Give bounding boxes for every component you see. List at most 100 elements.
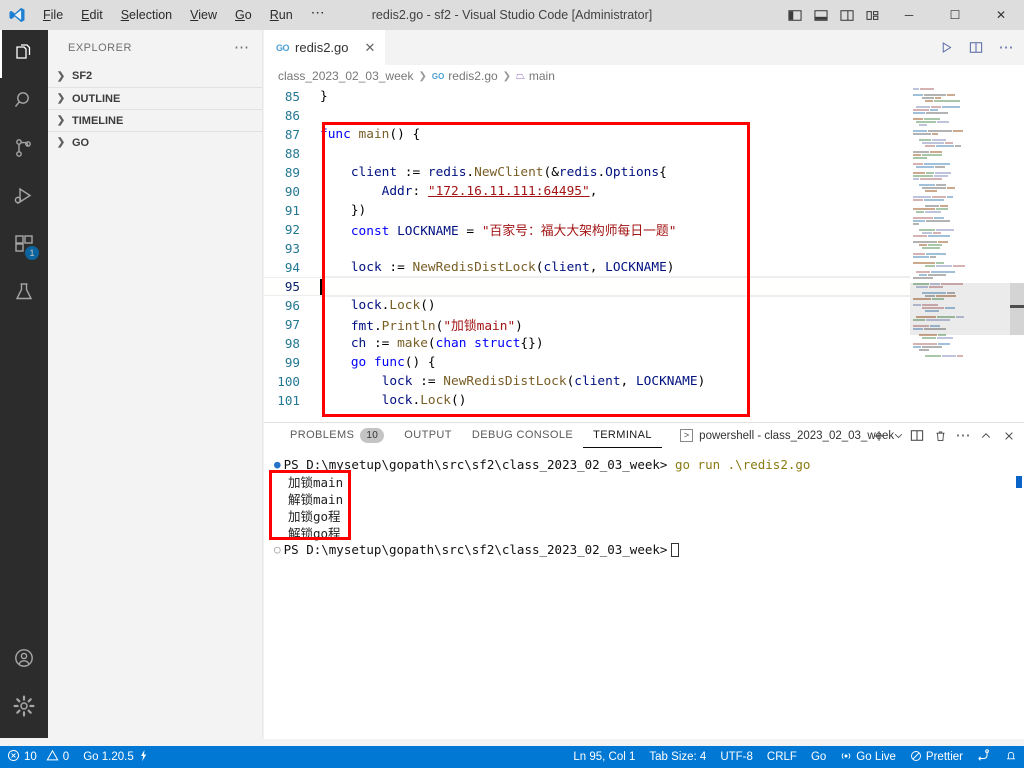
status-editor-eol[interactable]: CRLF	[760, 746, 804, 768]
remote-tunnel-icon	[977, 749, 991, 765]
terminal-instance-selector[interactable]: > powershell - class_2023_02_03_week	[674, 425, 900, 447]
editor-tab-redis2go[interactable]: GO redis2.go ✕	[264, 30, 387, 65]
activity-bar-item-testing[interactable]	[0, 270, 48, 318]
status-bar-left: 10 0 Go 1.20.5	[0, 746, 156, 768]
activity-bar-item-run-and-debug[interactable]	[0, 174, 48, 222]
status-editor-encoding[interactable]: UTF-8	[713, 746, 760, 768]
close-panel-button[interactable]	[998, 425, 1020, 447]
minimap-token	[925, 354, 941, 357]
ellipsis-icon[interactable]: ⋯	[234, 40, 250, 55]
activity-bar-item-extensions[interactable]: 1	[0, 222, 48, 270]
minimap-token	[913, 207, 935, 210]
run-go-file-button[interactable]	[932, 34, 960, 62]
new-terminal-button[interactable]	[868, 425, 890, 447]
status-prettier[interactable]: Prettier	[903, 746, 970, 768]
minimap-token	[955, 144, 961, 147]
minimap-token	[913, 174, 933, 177]
minimap-token	[913, 345, 921, 348]
minimap-token	[916, 105, 930, 108]
minimap-token	[913, 171, 925, 174]
toggle-primary-sidebar-button[interactable]	[782, 0, 808, 30]
code-editor[interactable]: 85} 86 87 func main() {88 89 client := redis…	[264, 87, 1024, 422]
close-icon[interactable]: ✕	[365, 40, 376, 56]
maximize-panel-button[interactable]	[975, 425, 997, 447]
line-number: 99	[284, 355, 300, 370]
line-number: 94	[284, 260, 300, 275]
close-window-button[interactable]: ✕	[978, 0, 1024, 30]
minimap-token	[926, 252, 946, 255]
status-label: Tab Size: 4	[649, 751, 707, 763]
scrollbar-thumb[interactable]	[1010, 283, 1024, 335]
terminal-cursor	[671, 542, 680, 557]
menu-item-[interactable]: ⋯	[302, 4, 334, 26]
status-editor-language[interactable]: Go	[804, 746, 833, 768]
terminal-more-actions-button[interactable]: ⋯	[952, 425, 974, 447]
breadcrumb-item-0[interactable]: class_2023_02_03_week	[278, 69, 413, 83]
status-go-live[interactable]: Go Live	[833, 746, 903, 768]
activity-bar-item-source-control[interactable]	[0, 126, 48, 174]
activity-bar-item-manage[interactable]	[0, 684, 48, 732]
minimap-slider[interactable]	[910, 283, 1010, 335]
sidebar-section-label: SF2	[72, 70, 93, 82]
split-editor-right-button[interactable]	[962, 34, 990, 62]
panel-tab-terminal[interactable]: TERMINAL	[583, 423, 662, 448]
terminal-profile-dropdown[interactable]	[891, 425, 905, 447]
activity-bar-item-accounts[interactable]	[0, 636, 48, 684]
terminal-output[interactable]: ● PS D:\mysetup\gopath\src\sf2\class_202…	[264, 448, 1024, 739]
editor-vertical-scrollbar[interactable]	[1010, 87, 1024, 422]
sidebar-section-sf2[interactable]: ❯ SF2	[48, 65, 262, 87]
breadcrumb-item-2[interactable]: ⏢ main	[516, 69, 555, 83]
panel-tab-problems[interactable]: PROBLEMS 10	[280, 423, 394, 448]
panel-tab-debug-console[interactable]: DEBUG CONSOLE	[462, 423, 583, 448]
minimap-token	[916, 210, 924, 213]
status-problems[interactable]: 10 0	[0, 746, 76, 768]
panel-tab-output[interactable]: OUTPUT	[394, 423, 462, 448]
status-label: UTF-8	[720, 751, 753, 763]
maximize-window-button[interactable]: ☐	[932, 0, 978, 30]
minimap-token	[937, 336, 953, 339]
breadcrumb[interactable]: class_2023_02_03_week ❯ GO redis2.go ❯ ⏢ main	[264, 65, 1024, 87]
breadcrumb-item-1[interactable]: GO redis2.go	[432, 69, 498, 83]
menu-item-edit[interactable]: Edit	[72, 4, 112, 26]
minimap-token	[930, 108, 938, 111]
status-editor-indentation[interactable]: Tab Size: 4	[642, 746, 713, 768]
toggle-panel-button[interactable]	[808, 0, 834, 30]
customize-layout-button[interactable]	[860, 0, 886, 30]
activity-bar-item-search[interactable]	[0, 78, 48, 126]
minimize-window-button[interactable]: ─	[886, 0, 932, 30]
status-remote-tunnel[interactable]	[970, 746, 998, 768]
minimap-token	[916, 270, 930, 273]
status-notifications[interactable]	[998, 746, 1024, 768]
terminal-scrollbar[interactable]	[1016, 476, 1022, 488]
sidebar-section-label: OUTLINE	[72, 92, 121, 105]
status-go-version[interactable]: Go 1.20.5	[76, 746, 156, 768]
breadcrumb-label: redis2.go	[448, 69, 498, 83]
editor-tabs-bar: GO redis2.go ✕ ⋯	[264, 30, 1024, 65]
menu-item-selection[interactable]: Selection	[112, 4, 181, 26]
toggle-secondary-sidebar-button[interactable]	[834, 0, 860, 30]
minimap-token	[916, 120, 936, 123]
menu-item-view[interactable]: View	[181, 4, 226, 26]
text-cursor	[320, 278, 322, 295]
kill-terminal-button[interactable]	[929, 425, 951, 447]
menu-item-file[interactable]: File	[34, 4, 72, 26]
minimap[interactable]	[910, 87, 1010, 422]
menu-bar[interactable]: File Edit Selection View Go Run ⋯	[34, 0, 334, 30]
menu-item-go[interactable]: Go	[226, 4, 261, 26]
line-number: 97	[284, 317, 300, 332]
minimap-token	[934, 216, 944, 219]
minimap-token	[936, 228, 954, 231]
minimap-token	[913, 87, 919, 90]
minimap-token	[913, 177, 919, 180]
symbol-namespace-icon: ⏢	[516, 69, 525, 82]
line-number: 92	[284, 222, 300, 237]
activity-bar-item-explorer[interactable]	[0, 30, 48, 78]
sidebar-section-timeline[interactable]: ❯ TIMELINE	[48, 109, 262, 131]
split-terminal-button[interactable]	[906, 425, 928, 447]
more-editor-actions-button[interactable]: ⋯	[992, 34, 1020, 62]
sidebar-section-go[interactable]: ❯ GO	[48, 131, 262, 153]
status-editor-position[interactable]: Ln 95, Col 1	[566, 746, 642, 768]
menu-item-run[interactable]: Run	[261, 4, 302, 26]
sidebar-section-outline[interactable]: ❯ OUTLINE	[48, 87, 262, 109]
minimap-token	[957, 354, 963, 357]
